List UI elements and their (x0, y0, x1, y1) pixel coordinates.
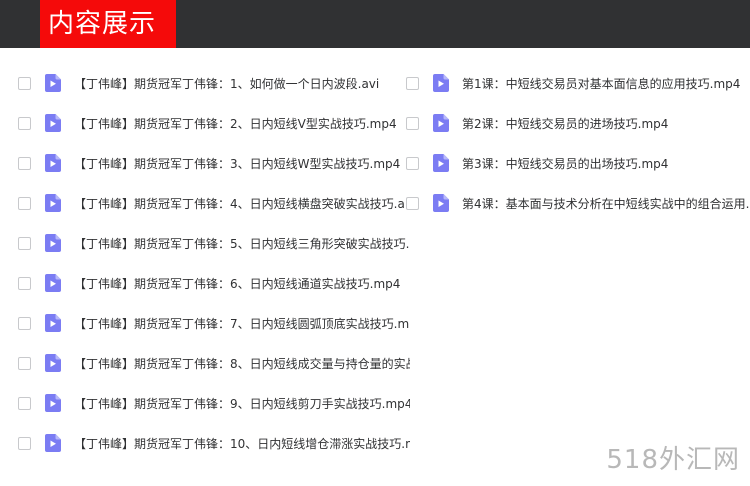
file-list-item[interactable]: 【丁伟峰】期货冠军丁伟锋：1、如何做一个日内波段.avi (18, 63, 410, 103)
file-list-right: 第1课：中短线交易员对基本面信息的应用技巧.mp4 第2课：中短线交易员的进场技… (406, 63, 750, 223)
file-list-item[interactable]: 【丁伟峰】期货冠军丁伟锋：5、日内短线三角形突破实战技巧.mp4 (18, 223, 410, 263)
file-checkbox[interactable] (18, 196, 31, 210)
file-checkbox[interactable] (18, 236, 31, 250)
file-name: 【丁伟峰】期货冠军丁伟锋：3、日内短线W型实战技巧.mp4 (74, 156, 401, 171)
file-name: 【丁伟峰】期货冠军丁伟锋：10、日内短线增仓滞涨实战技巧.mp4 (74, 436, 410, 451)
file-list-item[interactable]: 【丁伟峰】期货冠军丁伟锋：2、日内短线V型实战技巧.mp4 (18, 103, 410, 143)
video-file-icon (45, 154, 61, 172)
top-header-bar: 内容展示 (0, 0, 750, 48)
file-name: 【丁伟峰】期货冠军丁伟锋：2、日内短线V型实战技巧.mp4 (74, 116, 397, 131)
file-name: 【丁伟峰】期货冠军丁伟锋：4、日内短线横盘突破实战技巧.a (74, 196, 405, 211)
file-list-item[interactable]: 【丁伟峰】期货冠军丁伟锋：7、日内短线圆弧顶底实战技巧.mp4 (18, 303, 410, 343)
video-file-icon (433, 194, 449, 212)
video-file-icon (45, 234, 61, 252)
file-list-item[interactable]: 【丁伟峰】期货冠军丁伟锋：9、日内短线剪刀手实战技巧.mp4 (18, 383, 410, 423)
video-file-icon (433, 74, 449, 92)
file-name: 【丁伟峰】期货冠军丁伟锋：7、日内短线圆弧顶底实战技巧.mp4 (74, 316, 410, 331)
file-list-item[interactable]: 第2课：中短线交易员的进场技巧.mp4 (406, 103, 750, 143)
watermark-text: 518外汇网 (606, 445, 740, 475)
video-file-icon (433, 114, 449, 132)
file-list-item[interactable]: 【丁伟峰】期货冠军丁伟锋：8、日内短线成交量与持仓量的实战.avi (18, 343, 410, 383)
page-title: 内容展示 (40, 0, 176, 48)
video-file-icon (433, 154, 449, 172)
file-checkbox[interactable] (406, 156, 419, 170)
video-file-icon (45, 434, 61, 452)
file-name: 第2课：中短线交易员的进场技巧.mp4 (462, 116, 669, 131)
video-file-icon (45, 114, 61, 132)
file-checkbox[interactable] (406, 116, 419, 130)
video-file-icon (45, 354, 61, 372)
file-checkbox[interactable] (18, 116, 31, 130)
file-list-item[interactable]: 【丁伟峰】期货冠军丁伟锋：4、日内短线横盘突破实战技巧.a (18, 183, 410, 223)
video-file-icon (45, 74, 61, 92)
file-list-item[interactable]: 第3课：中短线交易员的出场技巧.mp4 (406, 143, 750, 183)
file-list-item[interactable]: 第4课：基本面与技术分析在中短线实战中的组合运用.mp4 (406, 183, 750, 223)
file-checkbox[interactable] (406, 196, 419, 210)
file-name: 【丁伟峰】期货冠军丁伟锋：8、日内短线成交量与持仓量的实战.avi (74, 356, 410, 371)
file-checkbox[interactable] (18, 436, 31, 450)
file-name: 【丁伟峰】期货冠军丁伟锋：6、日内短线通道实战技巧.mp4 (74, 276, 401, 291)
file-checkbox[interactable] (18, 156, 31, 170)
file-list-item[interactable]: 【丁伟峰】期货冠军丁伟锋：10、日内短线增仓滞涨实战技巧.mp4 (18, 423, 410, 463)
video-file-icon (45, 394, 61, 412)
file-name: 第4课：基本面与技术分析在中短线实战中的组合运用.mp4 (462, 196, 750, 211)
video-file-icon (45, 194, 61, 212)
file-list-left: 【丁伟峰】期货冠军丁伟锋：1、如何做一个日内波段.avi 【丁伟峰】期货冠军丁伟… (18, 63, 410, 463)
file-name: 【丁伟峰】期货冠军丁伟锋：9、日内短线剪刀手实战技巧.mp4 (74, 396, 410, 411)
file-checkbox[interactable] (18, 396, 31, 410)
file-list-item[interactable]: 第1课：中短线交易员对基本面信息的应用技巧.mp4 (406, 63, 750, 103)
file-checkbox[interactable] (18, 316, 31, 330)
file-checkbox[interactable] (18, 276, 31, 290)
file-name: 第1课：中短线交易员对基本面信息的应用技巧.mp4 (462, 76, 741, 91)
video-file-icon (45, 314, 61, 332)
file-checkbox[interactable] (18, 76, 31, 90)
video-file-icon (45, 274, 61, 292)
file-name: 【丁伟峰】期货冠军丁伟锋：1、如何做一个日内波段.avi (74, 76, 380, 91)
file-name: 【丁伟峰】期货冠军丁伟锋：5、日内短线三角形突破实战技巧.mp4 (74, 236, 410, 251)
file-list-item[interactable]: 【丁伟峰】期货冠军丁伟锋：3、日内短线W型实战技巧.mp4 (18, 143, 410, 183)
file-name: 第3课：中短线交易员的出场技巧.mp4 (462, 156, 669, 171)
file-checkbox[interactable] (18, 356, 31, 370)
file-checkbox[interactable] (406, 76, 419, 90)
file-list-item[interactable]: 【丁伟峰】期货冠军丁伟锋：6、日内短线通道实战技巧.mp4 (18, 263, 410, 303)
